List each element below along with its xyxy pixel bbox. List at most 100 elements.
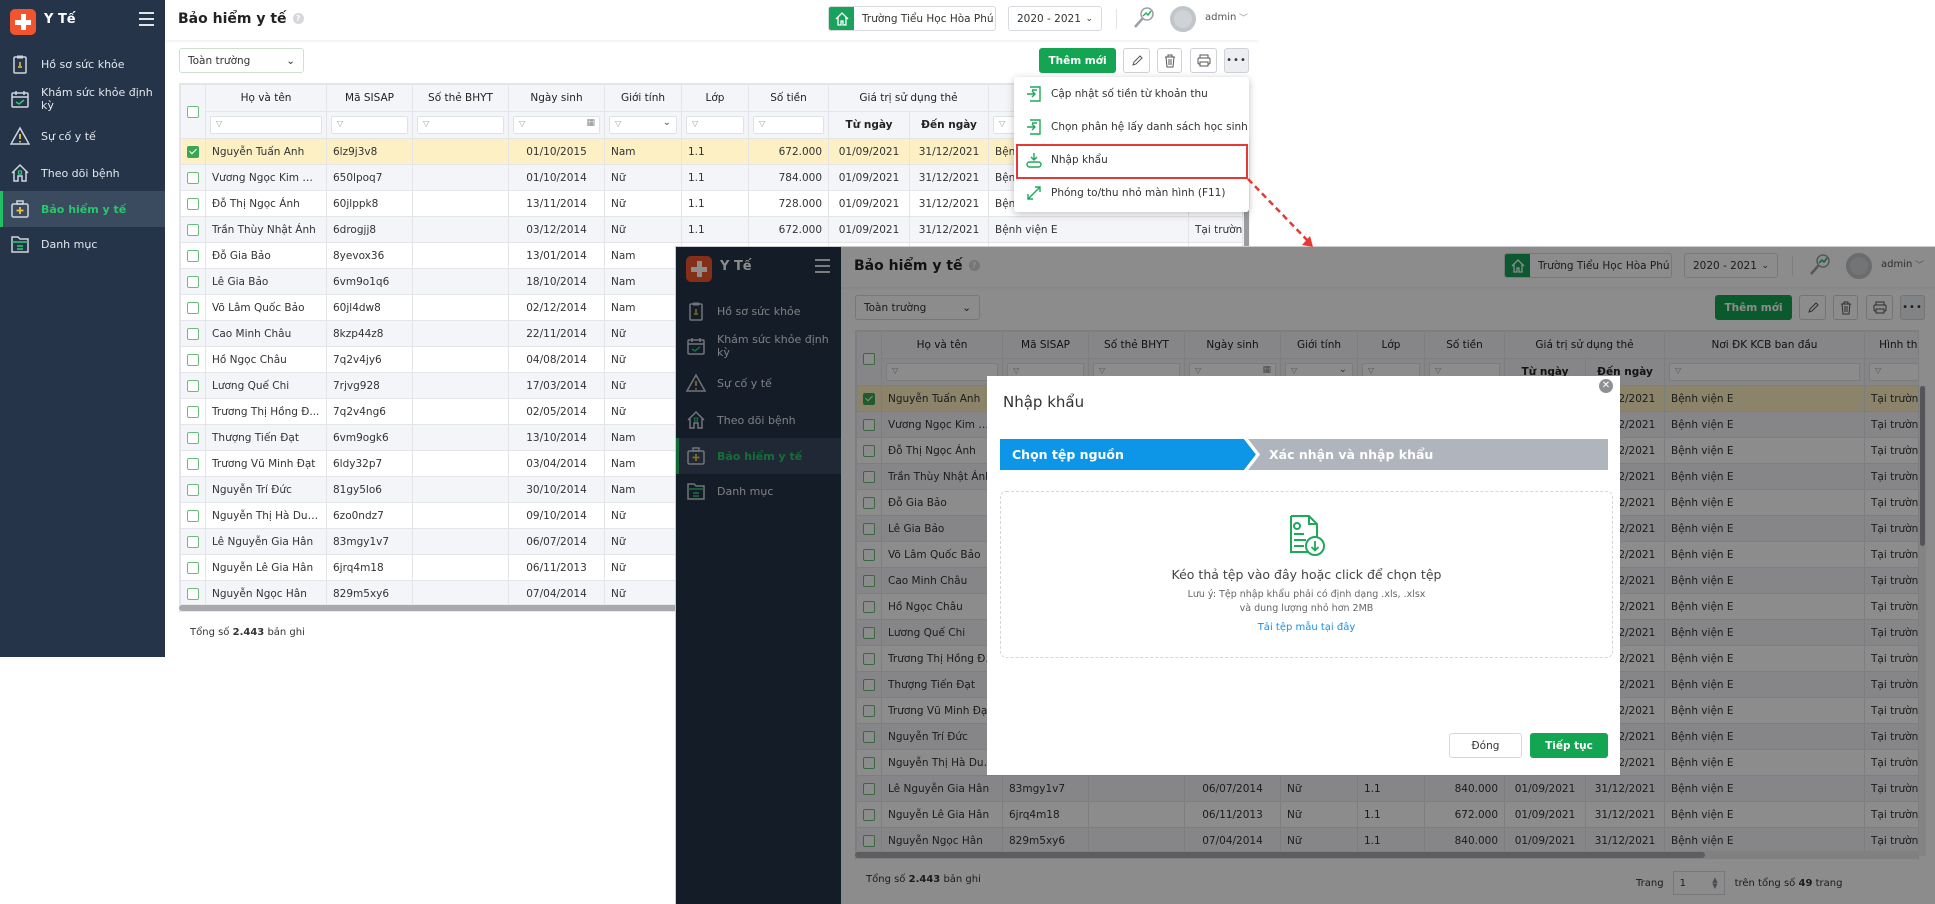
- delete-button[interactable]: [1157, 48, 1182, 73]
- student-name: Nguyễn Thị Hà Duy...: [205, 502, 327, 529]
- col-header[interactable]: Số thẻ BHYT: [412, 84, 509, 112]
- col-header[interactable]: Ngày sinh: [508, 84, 605, 112]
- row-checkbox[interactable]: [187, 379, 199, 392]
- row-checkbox[interactable]: [187, 197, 199, 210]
- menu-item-choose-module[interactable]: Chọn phân hệ lấy danh sách học sinh: [1014, 110, 1249, 143]
- student-name: Vương Ngọc Kim Anh: [205, 164, 327, 191]
- row-checkbox[interactable]: [187, 171, 199, 184]
- gender: Nữ: [604, 554, 682, 581]
- add-new-button[interactable]: Thêm mới: [1039, 48, 1116, 73]
- form: Tại trường: [1188, 216, 1242, 243]
- sisap-code: 6jrq4m18: [326, 554, 413, 581]
- sisap-code: 6ldy32p7: [326, 450, 413, 477]
- gender: Nữ: [604, 528, 682, 555]
- row-checkbox[interactable]: [187, 483, 199, 496]
- filter-input[interactable]: [417, 116, 504, 134]
- page-title: Bảo hiểm y tế?: [178, 11, 304, 27]
- student-name: Nguyễn Lê Gia Hân: [205, 554, 327, 581]
- row-select-cell: [180, 138, 206, 165]
- col-header[interactable]: Họ và tên: [205, 84, 327, 112]
- row-checkbox[interactable]: [187, 145, 199, 158]
- gender: Nữ: [604, 164, 682, 191]
- year-select[interactable]: 2020 - 2021 ⌄: [1008, 6, 1102, 31]
- bhyt-number: [412, 450, 509, 477]
- row-checkbox[interactable]: [187, 353, 199, 366]
- menu-item-fullscreen[interactable]: Phóng to/thu nhỏ màn hình (F11): [1014, 176, 1249, 209]
- date-filter-input[interactable]: ▦: [513, 116, 600, 134]
- row-checkbox[interactable]: [187, 327, 199, 340]
- expand-icon: [1027, 185, 1041, 200]
- print-button[interactable]: [1190, 48, 1217, 73]
- menu-toggle-icon[interactable]: [139, 12, 154, 26]
- row-checkbox[interactable]: [187, 249, 199, 262]
- sidebar-item[interactable]: Theo dõi bệnh: [0, 155, 165, 191]
- birth-date: 03/04/2014: [508, 450, 605, 477]
- student-name: Lương Quế Chi: [205, 372, 327, 399]
- select-all-checkbox[interactable]: [187, 105, 199, 118]
- download-template-link[interactable]: Tải tệp mẫu tại đây: [1258, 622, 1356, 633]
- col-header[interactable]: Lớp: [681, 84, 749, 112]
- sidebar-item[interactable]: Khám sức khỏe định kỳ: [0, 81, 165, 117]
- chevron-down-icon: ⌄: [1085, 13, 1093, 24]
- bhyt-number: [412, 580, 509, 607]
- close-icon[interactable]: ✕: [1599, 379, 1613, 393]
- house-icon: [11, 163, 29, 182]
- close-button[interactable]: Đóng: [1449, 733, 1522, 758]
- gender: Nữ: [604, 320, 682, 347]
- valid-to: 31/12/2021: [909, 164, 989, 191]
- clipboard-icon: [13, 55, 27, 74]
- row-checkbox[interactable]: [187, 223, 199, 236]
- gender-filter-select[interactable]: ⌄: [609, 116, 677, 134]
- col-header[interactable]: Đến ngày: [909, 111, 989, 139]
- row-checkbox[interactable]: [187, 275, 199, 288]
- continue-button[interactable]: Tiếp tục: [1530, 733, 1608, 758]
- bhyt-number: [412, 398, 509, 425]
- sidebar-item[interactable]: Bảo hiểm y tế: [0, 191, 165, 227]
- birth-date: 07/04/2014: [508, 580, 605, 607]
- edit-button[interactable]: [1123, 48, 1150, 73]
- row-checkbox[interactable]: [187, 431, 199, 444]
- amount: 728.000: [748, 190, 829, 217]
- birth-date: 13/11/2014: [508, 190, 605, 217]
- birth-date: 02/12/2014: [508, 294, 605, 321]
- sisap-code: 8yevox36: [326, 242, 413, 269]
- gender: Nam: [604, 268, 682, 295]
- school-selector[interactable]: Trường Tiểu Học Hòa Phú: [828, 6, 996, 31]
- row-checkbox[interactable]: [187, 509, 199, 522]
- sisap-code: 83mgy1v7: [326, 528, 413, 555]
- hospital: Bệnh viện E: [988, 216, 1189, 243]
- search-chart-icon[interactable]: [1133, 6, 1155, 30]
- avatar[interactable]: [1170, 6, 1196, 32]
- chevron-down-icon[interactable]: ﹀: [1239, 11, 1248, 24]
- sidebar-item[interactable]: Hồ sơ sức khỏe: [0, 46, 165, 82]
- filter-input[interactable]: [753, 116, 824, 134]
- row-checkbox[interactable]: [187, 301, 199, 314]
- user-name[interactable]: admin: [1205, 12, 1236, 23]
- file-dropzone[interactable]: Kéo thả tệp vào đây hoặc click để chọn t…: [1000, 491, 1613, 658]
- filter-input[interactable]: [210, 116, 322, 134]
- col-header[interactable]: Mã SISAP: [326, 84, 413, 112]
- col-header[interactable]: Số tiền: [748, 84, 829, 112]
- filter-input[interactable]: [686, 116, 744, 134]
- filter-input[interactable]: [331, 116, 408, 134]
- row-checkbox[interactable]: [187, 561, 199, 574]
- help-icon[interactable]: ?: [292, 13, 304, 24]
- row-checkbox[interactable]: [187, 587, 199, 600]
- col-header[interactable]: Giới tính: [604, 84, 682, 112]
- row-checkbox[interactable]: [187, 457, 199, 470]
- amount: 672.000: [748, 138, 829, 165]
- sidebar-item[interactable]: Sự cố y tế: [0, 118, 165, 154]
- sidebar-item[interactable]: Danh mục: [0, 226, 165, 262]
- app-name: Y Tế: [44, 12, 76, 27]
- table-row[interactable]: Trần Thùy Nhật Ánh6drogjj8 03/12/2014Nữ1…: [180, 216, 1242, 243]
- row-checkbox[interactable]: [187, 405, 199, 418]
- birth-date: 04/08/2014: [508, 346, 605, 373]
- col-header[interactable]: Từ ngày: [828, 111, 910, 139]
- row-select-cell: [180, 580, 206, 607]
- student-name: Thượng Tiến Đạt: [205, 424, 327, 451]
- row-checkbox[interactable]: [187, 535, 199, 548]
- menu-item-update-amount[interactable]: Cập nhật số tiền từ khoản thu: [1014, 77, 1249, 110]
- record-count: Tổng số 2.443 bản ghi: [190, 627, 305, 638]
- more-button[interactable]: •••: [1224, 48, 1249, 73]
- scope-select[interactable]: Toàn trường ⌄: [179, 48, 304, 73]
